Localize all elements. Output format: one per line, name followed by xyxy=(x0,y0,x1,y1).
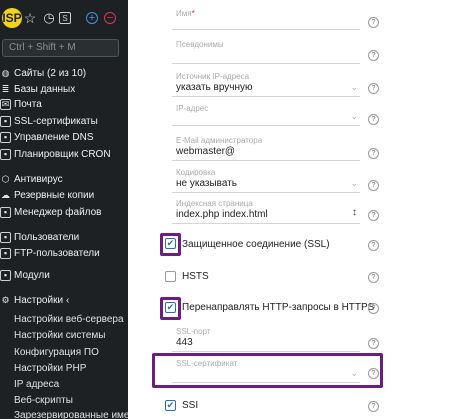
logo[interactable]: ISP xyxy=(2,8,22,28)
user-icon: ▪ xyxy=(0,231,11,243)
name-field[interactable] xyxy=(172,10,360,30)
chevron-left-icon: ‹ xyxy=(66,294,70,306)
help-icon[interactable]: ? xyxy=(368,368,379,379)
check-icon: ✔ xyxy=(166,302,175,312)
star-icon[interactable]: ☆ xyxy=(22,10,38,26)
help-icon[interactable]: ? xyxy=(368,180,379,191)
help-icon[interactable]: ? xyxy=(368,83,379,94)
ip-select[interactable]: ⌄ xyxy=(172,106,360,126)
admin-email-field[interactable]: webmaster@ xyxy=(172,141,360,161)
mail-icon: ✉ xyxy=(0,98,11,110)
hsts-checkbox-label[interactable]: HSTS xyxy=(182,271,209,282)
index-page-field[interactable]: index.php index.html ↕ xyxy=(172,204,360,224)
plus-icon[interactable]: + xyxy=(86,12,98,24)
sidebar-item-settings[interactable]: ⚙ Настройки ‹ xyxy=(0,293,69,307)
sidebar-item-sites[interactable]: ◍ Сайты (2 из 10) xyxy=(0,66,87,80)
sidebar-item-label: Почта xyxy=(14,98,42,110)
ssl-port-field[interactable]: 443 xyxy=(172,332,360,352)
ssi-checkbox-label[interactable]: SSI xyxy=(182,400,198,411)
ssl-checkbox[interactable]: ✔ xyxy=(165,238,176,249)
globe-icon: ◍ xyxy=(1,67,10,78)
settings-icon: ⚙ xyxy=(1,294,10,305)
sidebar-item-label: Базы данных xyxy=(14,83,76,95)
sidebar-item-label: Планировщик CRON xyxy=(14,148,111,160)
sidebar-subitem-reserved-names[interactable]: Зарезервированные имена xyxy=(14,408,128,419)
sidebar-subitem-webscripts[interactable]: Веб-скрипты xyxy=(14,393,73,407)
sidebar-item-label: Сайты (2 из 10) xyxy=(14,67,87,79)
sidebar-item-modules[interactable]: ▪ Модули xyxy=(0,268,50,282)
dns-icon: ▪ xyxy=(0,131,11,143)
sidebar-item-mail[interactable]: ✉ Почта xyxy=(0,97,42,111)
help-icon[interactable]: ? xyxy=(368,114,379,125)
sidebar-item-ssl[interactable]: ▪ SSL-сертификаты xyxy=(0,114,98,128)
search-input[interactable]: Ctrl + Shift + M xyxy=(2,39,119,57)
sidebar-item-cron[interactable]: ▪ Планировщик CRON xyxy=(0,147,111,161)
lock-icon: ▪ xyxy=(0,115,11,127)
square-icon[interactable]: S xyxy=(59,12,71,24)
redirect-https-checkbox-label[interactable]: Перенаправлять HTTP-запросы в HTTPS xyxy=(182,302,374,313)
sidebar-item-label: Пользователи xyxy=(14,231,80,243)
sidebar-item-antivirus[interactable]: ⬡ Антивирус xyxy=(0,172,63,186)
sidebar-subitem-ip[interactable]: IP адреса xyxy=(14,377,59,391)
aliases-field[interactable] xyxy=(172,44,360,64)
site-form: Имя* ? Псевдонимы ? Источник IP-адреса у… xyxy=(128,0,474,419)
ssl-cert-select[interactable]: ⌄ xyxy=(172,363,360,383)
sidebar-item-label: SSL-сертификаты xyxy=(14,115,98,127)
help-icon[interactable]: ? xyxy=(368,148,379,159)
sidebar-toolbar: ISP ☆ ◷ S + − xyxy=(0,0,128,36)
sidebar-item-label: Антивирус xyxy=(14,173,63,185)
help-icon[interactable]: ? xyxy=(368,338,379,349)
chevron-down-icon: ⌄ xyxy=(350,111,358,121)
sidebar-subitem-webserver[interactable]: Настройки веб-сервера xyxy=(14,312,124,326)
resize-icon[interactable]: ↕ xyxy=(352,207,357,218)
help-icon[interactable]: ? xyxy=(368,303,379,314)
help-icon[interactable]: ? xyxy=(368,272,379,283)
sidebar-item-ftp-users[interactable]: ▪ FTP-пользователи xyxy=(0,246,100,260)
sidebar-item-label: Настройки xyxy=(14,294,64,306)
check-icon: ✔ xyxy=(166,400,175,410)
sidebar-item-label: FTP-пользователи xyxy=(14,247,100,259)
cloud-icon: ☁ xyxy=(1,189,10,200)
help-icon[interactable]: ? xyxy=(368,240,379,251)
module-icon: ▪ xyxy=(0,269,11,281)
encoding-select[interactable]: не указывать ⌄ xyxy=(172,173,360,193)
chevron-down-icon: ⌄ xyxy=(350,82,358,92)
sidebar-item-databases[interactable]: ≣ Базы данных xyxy=(0,82,75,96)
sidebar: ISP ☆ ◷ S + − Ctrl + Shift + M ◍ Сайты (2… xyxy=(0,0,128,419)
hsts-checkbox[interactable] xyxy=(165,271,176,282)
clock-icon[interactable]: ◷ xyxy=(41,10,57,26)
sidebar-item-dns[interactable]: ▪ Управление DNS xyxy=(0,130,93,144)
chevron-down-icon: ⌄ xyxy=(350,178,358,188)
help-icon[interactable]: ? xyxy=(368,50,379,61)
redirect-https-checkbox[interactable]: ✔ xyxy=(165,302,176,313)
help-icon[interactable]: ? xyxy=(368,210,379,221)
sidebar-subitem-software[interactable]: Конфигурация ПО xyxy=(14,345,99,359)
shield-icon: ⬡ xyxy=(1,173,10,184)
chevron-down-icon: ⌄ xyxy=(350,368,358,378)
sidebar-subitem-system[interactable]: Настройки системы xyxy=(14,328,106,342)
ftp-icon: ▪ xyxy=(0,247,11,259)
sidebar-item-label: Резервные копии xyxy=(14,189,95,201)
check-icon: ✔ xyxy=(166,238,175,248)
sidebar-item-label: Управление DNS xyxy=(14,131,94,143)
ip-source-select[interactable]: указать вручную ⌄ xyxy=(172,77,360,97)
minus-icon[interactable]: − xyxy=(104,12,116,24)
sidebar-item-file-manager[interactable]: ▪ Менеджер файлов xyxy=(0,205,102,219)
ssl-checkbox-label[interactable]: Защищенное соединение (SSL) xyxy=(182,239,330,250)
help-icon[interactable]: ? xyxy=(368,17,379,28)
sidebar-item-label: Менеджер файлов xyxy=(14,206,102,218)
sidebar-subitem-php[interactable]: Настройки PHP xyxy=(14,361,86,375)
clock-icon: ▪ xyxy=(0,148,11,160)
help-icon[interactable]: ? xyxy=(368,401,379,412)
database-icon: ≣ xyxy=(1,83,10,94)
sidebar-item-backups[interactable]: ☁ Резервные копии xyxy=(0,188,94,202)
sidebar-item-users[interactable]: ▪ Пользователи xyxy=(0,230,79,244)
sidebar-item-label: Модули xyxy=(14,269,50,281)
ssi-checkbox[interactable]: ✔ xyxy=(165,400,176,411)
folder-icon: ▪ xyxy=(0,206,11,218)
